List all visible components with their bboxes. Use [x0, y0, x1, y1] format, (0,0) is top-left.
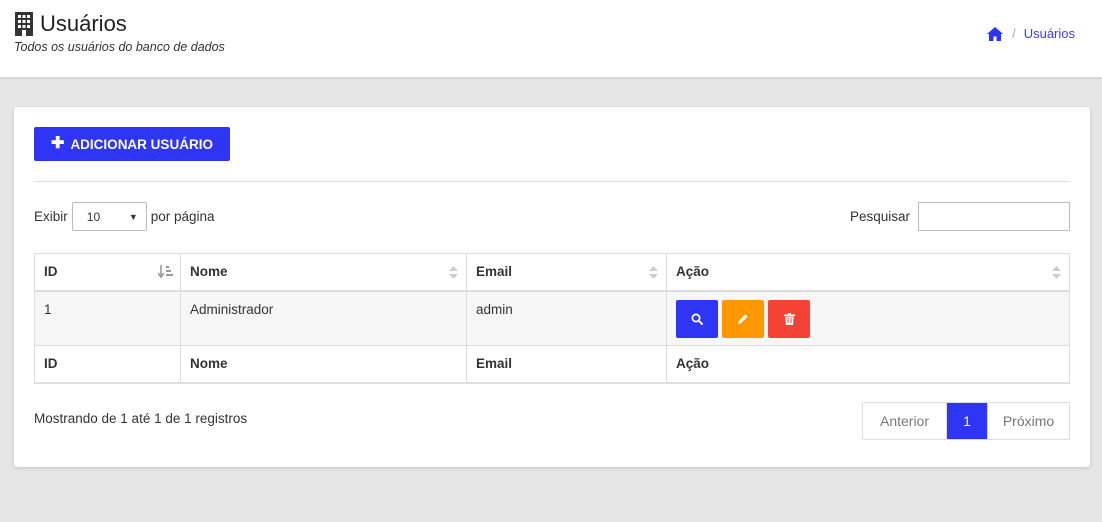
- column-header-email[interactable]: Email: [466, 253, 667, 292]
- users-table: ID Nome Email Ação 1 Administrador admin…: [34, 253, 1070, 384]
- column-header-acao[interactable]: Ação: [666, 253, 1070, 292]
- column-header-nome[interactable]: Nome: [180, 253, 467, 292]
- footer-acao: Ação: [666, 345, 1070, 384]
- length-suffix: por página: [150, 209, 215, 224]
- sort-ascending-icon: [158, 265, 173, 279]
- trash-icon: [783, 312, 795, 325]
- sort-icon: [449, 266, 458, 279]
- table-footer-row: ID Nome Email Ação: [34, 345, 1070, 384]
- table-header-row: ID Nome Email Ação: [34, 253, 1070, 292]
- table-info: Mostrando de 1 até 1 de 1 registros: [34, 411, 248, 426]
- cell-id: 1: [34, 290, 181, 346]
- delete-button[interactable]: [768, 299, 810, 338]
- building-icon: [15, 12, 33, 36]
- users-card: ✚ ADICIONAR USUÁRIO Exibir 10 ▼ por pági…: [14, 107, 1090, 467]
- column-label: Ação: [676, 264, 710, 280]
- footer-id: ID: [34, 345, 181, 384]
- chevron-down-icon: ▼: [128, 211, 138, 222]
- column-label: Email: [476, 264, 513, 280]
- column-label: Nome: [190, 264, 228, 280]
- divider: [34, 181, 1070, 182]
- footer-email: Email: [466, 345, 667, 384]
- pagination: Anterior 1 Próximo: [862, 402, 1070, 440]
- edit-button[interactable]: [722, 299, 764, 338]
- plus-icon: ✚: [51, 135, 65, 152]
- length-menu: Exibir 10 ▼ por página: [34, 202, 215, 231]
- row-actions: [676, 299, 1060, 338]
- column-label: ID: [44, 264, 58, 280]
- home-icon[interactable]: [987, 26, 1004, 41]
- add-user-label: ADICIONAR USUÁRIO: [70, 136, 213, 152]
- page-header: Usuários Todos os usuários do banco de d…: [0, 0, 1102, 77]
- current-page-button[interactable]: 1: [947, 403, 987, 439]
- cell-acoes: [666, 290, 1070, 346]
- previous-page-button[interactable]: Anterior: [863, 403, 947, 439]
- cell-email: admin: [466, 290, 667, 346]
- view-button[interactable]: [676, 299, 718, 338]
- footer-nome: Nome: [180, 345, 467, 384]
- add-user-button[interactable]: ✚ ADICIONAR USUÁRIO: [34, 127, 230, 161]
- pencil-icon: [738, 313, 748, 324]
- breadcrumb-current[interactable]: Usuários: [1024, 26, 1075, 41]
- title-wrap: Usuários: [14, 11, 127, 37]
- search-input[interactable]: [918, 202, 1070, 231]
- page-title: Usuários: [40, 11, 127, 36]
- search-icon: [691, 313, 703, 325]
- breadcrumb-separator: /: [1012, 26, 1016, 41]
- search-label: Pesquisar: [849, 209, 910, 224]
- breadcrumb: / Usuários: [987, 26, 1075, 41]
- page-size-select[interactable]: 10 ▼: [71, 202, 147, 231]
- table-row: 1 Administrador admin: [34, 290, 1070, 346]
- page-size-value: 10: [86, 209, 101, 224]
- next-page-button[interactable]: Próximo: [987, 403, 1069, 439]
- sort-icon: [1052, 266, 1061, 279]
- cell-nome: Administrador: [180, 290, 467, 346]
- sort-icon: [649, 266, 658, 279]
- search-filter: Pesquisar: [850, 202, 1070, 231]
- length-prefix: Exibir: [34, 209, 68, 224]
- column-header-id[interactable]: ID: [34, 253, 181, 292]
- page-subtitle: Todos os usuários do banco de dados: [14, 40, 225, 54]
